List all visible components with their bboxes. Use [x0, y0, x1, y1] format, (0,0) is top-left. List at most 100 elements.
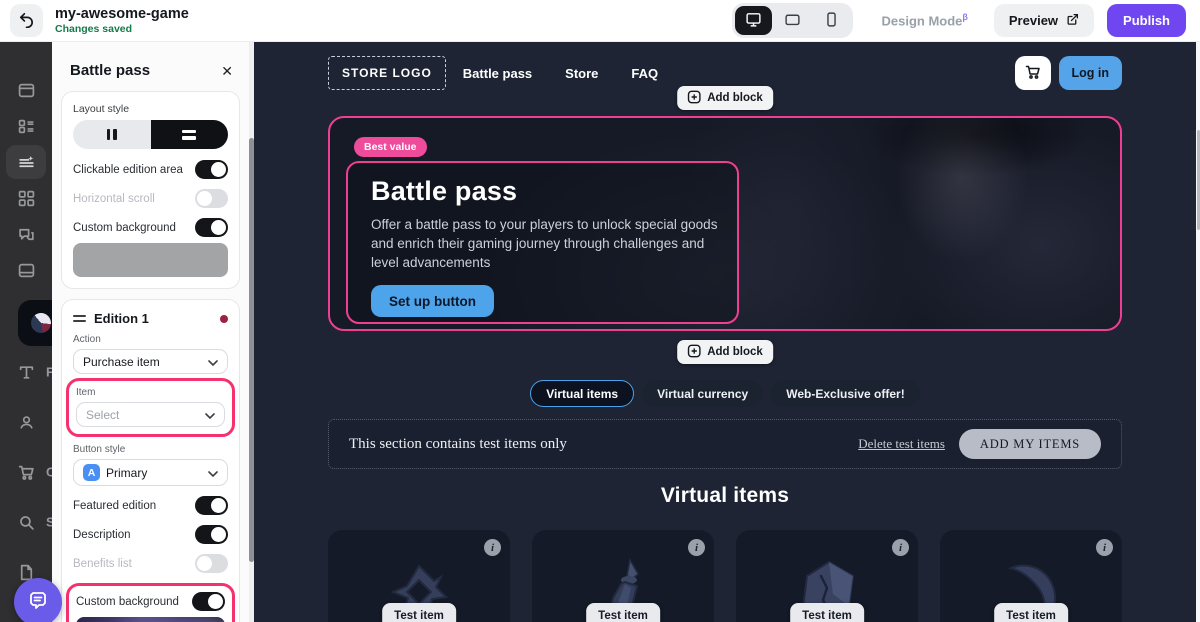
login-button[interactable]: Log in	[1058, 56, 1122, 90]
benefits-list-toggle[interactable]	[195, 554, 228, 573]
mobile-view-button[interactable]	[813, 6, 850, 35]
site-preview: STORE LOGO Battle pass Store FAQ Log in	[254, 42, 1196, 622]
sidebar-item-account[interactable]	[17, 413, 35, 431]
battle-pass-section[interactable]: Best value Battle pass Offer a battle pa…	[328, 116, 1122, 331]
store-logo-placeholder[interactable]: STORE LOGO	[328, 56, 446, 90]
featured-edition-row: Featured edition	[73, 496, 228, 515]
chevron-down-icon	[208, 355, 218, 369]
edition-background-highlight: Custom background	[66, 583, 235, 622]
undo-button[interactable]	[10, 4, 43, 37]
button-style-icon: A	[83, 464, 100, 481]
sidebar-item-header[interactable]	[17, 81, 35, 99]
project-title-box: my-awesome-game Changes saved	[55, 6, 189, 35]
add-my-items-button[interactable]: ADD MY ITEMS	[958, 429, 1101, 459]
panel-title: Battle pass	[70, 62, 151, 79]
custom-background-swatch[interactable]	[73, 243, 228, 277]
description-row: Description	[73, 525, 228, 544]
hero-description: Offer a battle pass to your players to u…	[371, 217, 718, 271]
theme-palette-icon	[26, 308, 56, 338]
sidebar-item-search[interactable]	[17, 513, 35, 531]
tab-web-exclusive-offer[interactable]: Web-Exclusive offer!	[771, 380, 920, 407]
custom-background-row: Custom background	[73, 218, 228, 237]
nav-actions: Log in	[1014, 56, 1122, 90]
catalog-tabs: Virtual items Virtual currency Web-Exclu…	[328, 380, 1122, 407]
item-field-highlight: Item Select	[66, 378, 235, 437]
add-block-icon	[687, 90, 701, 107]
add-block-button-top[interactable]: Add block	[677, 86, 773, 110]
support-chat-button[interactable]	[14, 578, 62, 622]
add-block-icon	[687, 344, 701, 361]
edition-title: Edition 1	[94, 311, 149, 326]
edition-custom-background-toggle[interactable]	[192, 592, 225, 611]
sidebar-item-cart[interactable]	[17, 463, 35, 481]
layout-rows-option[interactable]	[150, 120, 228, 149]
test-item-label: Test item	[382, 603, 456, 622]
test-item-card[interactable]: i Test item	[736, 530, 918, 622]
sidebar-item-blocks[interactable]	[17, 117, 35, 135]
description-toggle[interactable]	[195, 525, 228, 544]
delete-test-items-link[interactable]: Delete test items	[858, 436, 945, 452]
sidebar-item-cta[interactable]	[17, 225, 35, 243]
edition-settings-card: Edition 1 Action Purchase item Item Sele…	[61, 299, 240, 622]
best-value-badge: Best value	[354, 137, 427, 157]
test-item-label: Test item	[790, 603, 864, 622]
desktop-view-button[interactable]	[735, 6, 773, 35]
clickable-edition-area-label: Clickable edition area	[73, 163, 183, 176]
nav-link-store[interactable]: Store	[565, 66, 598, 81]
horizontal-scroll-toggle[interactable]	[195, 189, 228, 208]
nav-link-faq[interactable]: FAQ	[631, 66, 658, 81]
featured-edition-toggle[interactable]	[195, 496, 228, 515]
sidebar-item-battle-pass[interactable]	[17, 153, 35, 171]
battle-pass-edition-card[interactable]: Battle pass Offer a battle pass to your …	[346, 161, 739, 324]
button-style-select[interactable]: A Primary	[73, 459, 228, 486]
settings-panel-header: Battle pass ✕	[52, 42, 249, 91]
clickable-edition-area-toggle[interactable]	[195, 160, 228, 179]
info-icon[interactable]: i	[484, 539, 501, 556]
sidebar-item-footer[interactable]	[17, 261, 35, 279]
set-up-button[interactable]: Set up button	[371, 285, 494, 318]
info-icon[interactable]: i	[688, 539, 705, 556]
close-panel-button[interactable]: ✕	[221, 64, 233, 78]
item-select[interactable]: Select	[76, 402, 225, 427]
action-select[interactable]: Purchase item	[73, 349, 228, 374]
publish-button[interactable]: Publish	[1107, 4, 1186, 37]
page-scrollbar-thumb[interactable]	[1196, 130, 1200, 230]
custom-background-label: Custom background	[73, 221, 176, 234]
horizontal-scroll-row: Horizontal scroll	[73, 189, 228, 208]
test-item-card[interactable]: i Test item	[940, 530, 1122, 622]
workspace: F C S Battle pass ✕ Layout style Clickab…	[0, 42, 1200, 622]
layout-style-segmented	[73, 120, 228, 149]
page-scrollbar[interactable]	[1196, 42, 1200, 622]
beta-badge: β	[962, 12, 968, 23]
tab-virtual-currency[interactable]: Virtual currency	[642, 380, 764, 407]
test-item-label: Test item	[586, 603, 660, 622]
horizontal-scroll-label: Horizontal scroll	[73, 192, 155, 205]
button-style-label: Button style	[73, 444, 126, 455]
preview-button[interactable]: Preview	[993, 4, 1095, 37]
info-icon[interactable]: i	[1096, 539, 1113, 556]
settings-panel: Battle pass ✕ Layout style Clickable edi…	[52, 42, 249, 622]
sidebar-item-items-grid[interactable]	[17, 189, 35, 207]
clickable-edition-area-row: Clickable edition area	[73, 160, 228, 179]
drag-handle-icon[interactable]	[73, 315, 86, 322]
device-toggle-group	[732, 3, 854, 38]
close-icon: ✕	[221, 62, 233, 79]
test-item-card[interactable]: i Test item	[328, 530, 510, 622]
test-item-card[interactable]: i Test item	[532, 530, 714, 622]
edition-background-thumbnail[interactable]	[76, 617, 225, 622]
sidebar-item-fonts[interactable]	[17, 363, 35, 381]
add-block-button-middle[interactable]: Add block	[677, 340, 773, 364]
project-title: my-awesome-game	[55, 6, 189, 23]
save-status: Changes saved	[55, 22, 133, 35]
cart-button[interactable]	[1014, 56, 1051, 90]
custom-background-toggle[interactable]	[195, 218, 228, 237]
action-label: Action	[73, 334, 101, 345]
description-label: Description	[73, 528, 131, 541]
tab-virtual-items[interactable]: Virtual items	[530, 380, 635, 407]
items-grid: i Test item i Test item i Test item i Te…	[328, 530, 1122, 622]
tablet-view-button[interactable]	[774, 6, 811, 35]
info-icon[interactable]: i	[892, 539, 909, 556]
mobile-icon	[823, 11, 840, 31]
nav-link-battle-pass[interactable]: Battle pass	[463, 66, 532, 81]
layout-columns-option[interactable]	[73, 120, 151, 149]
